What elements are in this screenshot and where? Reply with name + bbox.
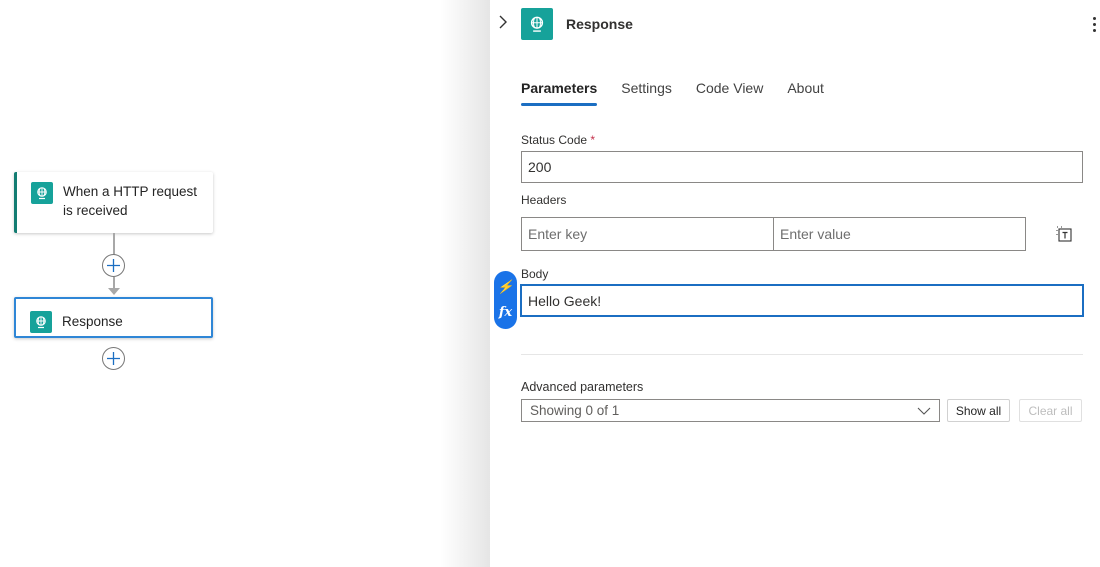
show-all-button[interactable]: Show all (947, 399, 1010, 422)
designer-canvas: When a HTTP request is received Response (0, 0, 490, 567)
dot-icon (1092, 16, 1096, 20)
dynamic-content-icon[interactable]: ⚡ (497, 280, 513, 295)
header-key-input[interactable]: Enter key (521, 217, 774, 251)
http-globe-icon (31, 182, 53, 204)
panel-title: Response (566, 16, 633, 32)
more-options-button[interactable] (1088, 14, 1100, 34)
token-picker-pill: ⚡ fx (494, 271, 517, 329)
status-code-label: Status Code * (521, 133, 595, 147)
dot-icon (1092, 22, 1096, 26)
body-input[interactable]: Hello Geek! (520, 284, 1084, 317)
action-node-response[interactable]: Response (14, 297, 213, 338)
panel-tabs: Parameters Settings Code View About (521, 80, 848, 106)
dot-icon (1092, 28, 1096, 32)
plus-icon (107, 259, 120, 272)
tab-code-view[interactable]: Code View (696, 80, 763, 106)
node-title-line2: is received (63, 203, 128, 218)
node-title: Response (62, 313, 123, 329)
dropdown-value: Showing 0 of 1 (530, 403, 620, 418)
connector-line (113, 233, 115, 255)
arrow-down-icon (108, 288, 120, 295)
panel-shadow (440, 0, 490, 567)
tab-parameters[interactable]: Parameters (521, 80, 598, 106)
http-globe-icon (521, 8, 553, 40)
http-globe-icon (30, 311, 52, 333)
headers-label: Headers (521, 193, 567, 207)
tab-settings[interactable]: Settings (621, 80, 672, 106)
switch-to-text-mode-icon[interactable] (1056, 225, 1076, 245)
action-details-panel: Response Parameters Settings Code View A… (490, 0, 1100, 567)
trigger-node-http-request[interactable]: When a HTTP request is received (14, 172, 213, 233)
header-value-input[interactable]: Enter value (773, 217, 1026, 251)
expression-fx-icon[interactable]: fx (499, 305, 512, 320)
section-divider (521, 354, 1083, 355)
plus-icon (107, 352, 120, 365)
advanced-parameters-label: Advanced parameters (521, 380, 644, 394)
tab-about[interactable]: About (787, 80, 824, 106)
chevron-right-icon (499, 15, 507, 29)
body-label: Body (521, 267, 549, 281)
status-code-label-text: Status Code (521, 133, 588, 147)
panel-header: Response (490, 8, 1100, 40)
advanced-parameters-dropdown[interactable]: Showing 0 of 1 (521, 399, 940, 422)
status-code-input[interactable]: 200 (521, 151, 1083, 183)
chevron-down-icon (917, 407, 931, 415)
node-title: When a HTTP request (63, 184, 198, 199)
clear-all-button[interactable]: Clear all (1019, 399, 1082, 422)
add-step-button[interactable] (102, 347, 125, 370)
required-marker: * (590, 133, 596, 147)
collapse-panel-button[interactable] (498, 14, 514, 34)
insert-step-button[interactable] (102, 254, 125, 277)
